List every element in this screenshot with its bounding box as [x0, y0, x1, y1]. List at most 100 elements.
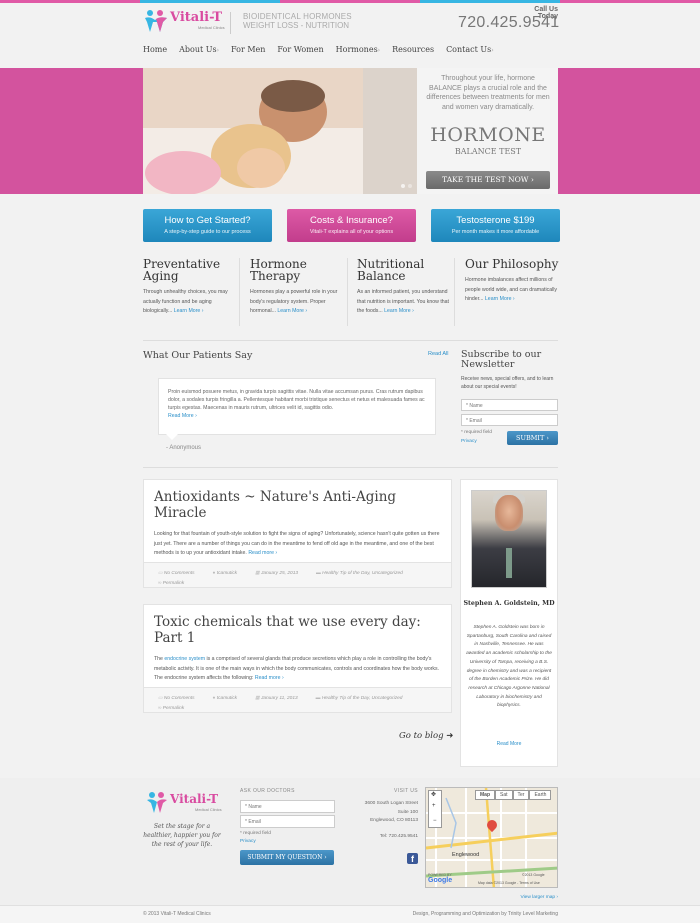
- read-more-link[interactable]: Read more ›: [255, 675, 284, 681]
- comments-link[interactable]: ▭ No Comments: [158, 571, 195, 576]
- doctor-bio: Stephen A. Goldstein was born in Spartan…: [466, 625, 552, 709]
- slider-dot-1[interactable]: [401, 184, 405, 188]
- map-data-terms[interactable]: Map data ©2013 Google - Terms of Use: [478, 881, 540, 885]
- permalink[interactable]: ∞ Permalink: [158, 706, 184, 711]
- folder-icon: ▬: [316, 571, 321, 576]
- map-zoom-out-icon[interactable]: −: [433, 818, 437, 824]
- post-author[interactable]: ● tcamutick: [213, 696, 238, 701]
- subscribe-desc: Receive news, special offers, and to lea…: [461, 376, 554, 390]
- subscribe-name-input[interactable]: * Name: [461, 399, 558, 411]
- footer-logo-icon[interactable]: [145, 790, 169, 814]
- ask-name-input[interactable]: * Name: [240, 800, 335, 813]
- subscribe-email-input[interactable]: * Email: [461, 414, 558, 426]
- go-to-blog-link[interactable]: Go to blog ➜: [399, 731, 453, 741]
- nav-contact-us[interactable]: Contact Us›: [446, 45, 494, 57]
- post-excerpt: Looking for that fountain of youth-style…: [154, 531, 440, 556]
- nav-about-us[interactable]: About Us›: [179, 45, 219, 57]
- address-line-1: 3600 South Logan Street: [364, 801, 418, 806]
- testosterone-title: Testosterone $199: [456, 215, 535, 226]
- footer-phone[interactable]: Tel: 720.425.9541: [340, 834, 418, 839]
- submit-question-button[interactable]: SUBMIT MY QUESTION ›: [240, 850, 334, 865]
- column-text: As an informed patient, you understand t…: [357, 289, 449, 314]
- footer-required-note: * required field: [240, 831, 271, 836]
- map-city-label: Englewood: [452, 852, 480, 858]
- comment-icon: ▭: [158, 571, 163, 576]
- phone-number[interactable]: 720.425.9541: [458, 14, 559, 32]
- costs-insurance-title: Costs & Insurance?: [310, 215, 393, 226]
- slider-dots: [398, 184, 412, 190]
- costs-insurance-button[interactable]: Costs & Insurance? Vitali-T explains all…: [287, 209, 416, 242]
- learn-more-link[interactable]: Learn More ›: [174, 308, 204, 314]
- learn-more-link[interactable]: Learn More ›: [384, 308, 414, 314]
- post-date: ▦ January 25, 2013: [255, 571, 299, 576]
- comment-icon: ▭: [158, 696, 163, 701]
- column-text: Hormones play a powerful role in your bo…: [250, 289, 338, 314]
- read-more-link[interactable]: Read More ›: [168, 413, 197, 419]
- column-hormone-therapy: Hormone Therapy Hormones play a powerful…: [250, 258, 346, 317]
- post-date: ▦ January 11, 2013: [255, 696, 298, 701]
- endocrine-system-link[interactable]: endocrine system: [164, 656, 205, 662]
- nav-for-men[interactable]: For Men: [231, 45, 265, 57]
- main-nav: Home About Us› For Men For Women Hormone…: [143, 45, 506, 57]
- brand-name[interactable]: Vitali-T: [170, 10, 222, 25]
- calendar-icon: ▦: [255, 571, 260, 576]
- address: 3600 South Logan Street Suite 100 Englew…: [340, 800, 418, 826]
- nav-home[interactable]: Home: [143, 45, 167, 57]
- nav-hormones[interactable]: Hormones›: [336, 45, 380, 57]
- column-title: Preventative Aging: [143, 257, 221, 283]
- costs-insurance-sub: Vitali-T explains all of your options: [309, 229, 394, 235]
- footer-brand-name[interactable]: Vitali-T: [170, 792, 218, 806]
- google-logo[interactable]: Google: [428, 877, 452, 884]
- subscribe-submit-button[interactable]: SUBMIT ›: [507, 431, 558, 445]
- hero-photo-couple: [143, 68, 417, 194]
- nav-for-women[interactable]: For Women: [277, 45, 323, 57]
- column-title: Our Philosophy: [465, 257, 559, 271]
- ask-email-input[interactable]: * Email: [240, 815, 335, 828]
- nav-resources[interactable]: Resources: [392, 45, 434, 57]
- section-divider: [143, 467, 558, 468]
- read-all-link[interactable]: Read All: [428, 351, 449, 357]
- column-title: Hormone Therapy: [250, 257, 307, 283]
- doctor-name: Stephen A. Goldstein, MD: [463, 600, 555, 607]
- map-zoom-in-icon[interactable]: +: [432, 803, 436, 809]
- take-the-test-button[interactable]: TAKE THE TEST NOW ›: [426, 171, 550, 189]
- slider-dot-2[interactable]: [408, 184, 412, 188]
- map-tab-sat[interactable]: Sat: [495, 790, 513, 800]
- post-categories[interactable]: ▬ Healthy Tip of the Day, Uncategorized: [316, 571, 403, 576]
- view-larger-map-link[interactable]: View larger map ›: [510, 895, 558, 900]
- user-icon: ●: [212, 571, 216, 576]
- comments-link[interactable]: ▭ No Comments: [158, 696, 195, 701]
- column-nutritional-balance: Nutritional Balance As an informed patie…: [357, 258, 453, 317]
- top-color-stripe: [0, 0, 700, 3]
- column-title: Nutritional Balance: [357, 257, 425, 283]
- doctor-read-more-link[interactable]: Read More: [463, 741, 555, 747]
- post-meta: ▭ No Comments ● tcamutick ▦ January 25, …: [143, 563, 452, 588]
- post-meta: ▭ No Comments ● tcamutick ▦ January 11, …: [143, 688, 452, 713]
- post-categories[interactable]: ▬ Healthy Tip of the Day, Uncategorized: [316, 696, 403, 701]
- permalink[interactable]: ∞ Permalink: [158, 581, 184, 586]
- learn-more-link[interactable]: Learn More ›: [485, 296, 515, 302]
- read-more-link[interactable]: Read more ›: [248, 550, 277, 556]
- testimonial-text: Proin euismod posuere metus, in gravida …: [168, 389, 425, 411]
- post-title[interactable]: Toxic chemicals that we use every day: P…: [154, 614, 441, 646]
- map-tab-ter[interactable]: Ter: [512, 790, 530, 800]
- privacy-link[interactable]: Privacy: [461, 439, 477, 444]
- footer-privacy-link[interactable]: Privacy: [240, 839, 256, 844]
- map-tab-earth[interactable]: Earth: [529, 790, 552, 800]
- address-line-2: Suite 100: [397, 809, 418, 815]
- testosterone-button[interactable]: Testosterone $199 Per month makes it mor…: [431, 209, 560, 242]
- hero-subheading: BALANCE TEST: [454, 147, 522, 156]
- column-divider: [347, 258, 348, 326]
- get-started-button[interactable]: How to Get Started? A step-by-step guide…: [143, 209, 272, 242]
- learn-more-link[interactable]: Learn More ›: [277, 308, 307, 314]
- map-tab-map[interactable]: Map: [475, 790, 495, 800]
- facebook-icon[interactable]: f: [407, 853, 418, 864]
- logo-icon[interactable]: [143, 8, 169, 34]
- footer-bottom-bar: [0, 905, 700, 923]
- post-author[interactable]: ● tcamutick: [213, 571, 238, 576]
- map-pan-icon[interactable]: ✥: [431, 791, 436, 798]
- post-title[interactable]: Antioxidants ~ Nature's Anti-Aging Mirac…: [154, 489, 441, 521]
- section-divider: [143, 340, 558, 341]
- site-credit[interactable]: Design, Programming and Optimization by …: [360, 911, 558, 917]
- quote-tail: [166, 434, 178, 440]
